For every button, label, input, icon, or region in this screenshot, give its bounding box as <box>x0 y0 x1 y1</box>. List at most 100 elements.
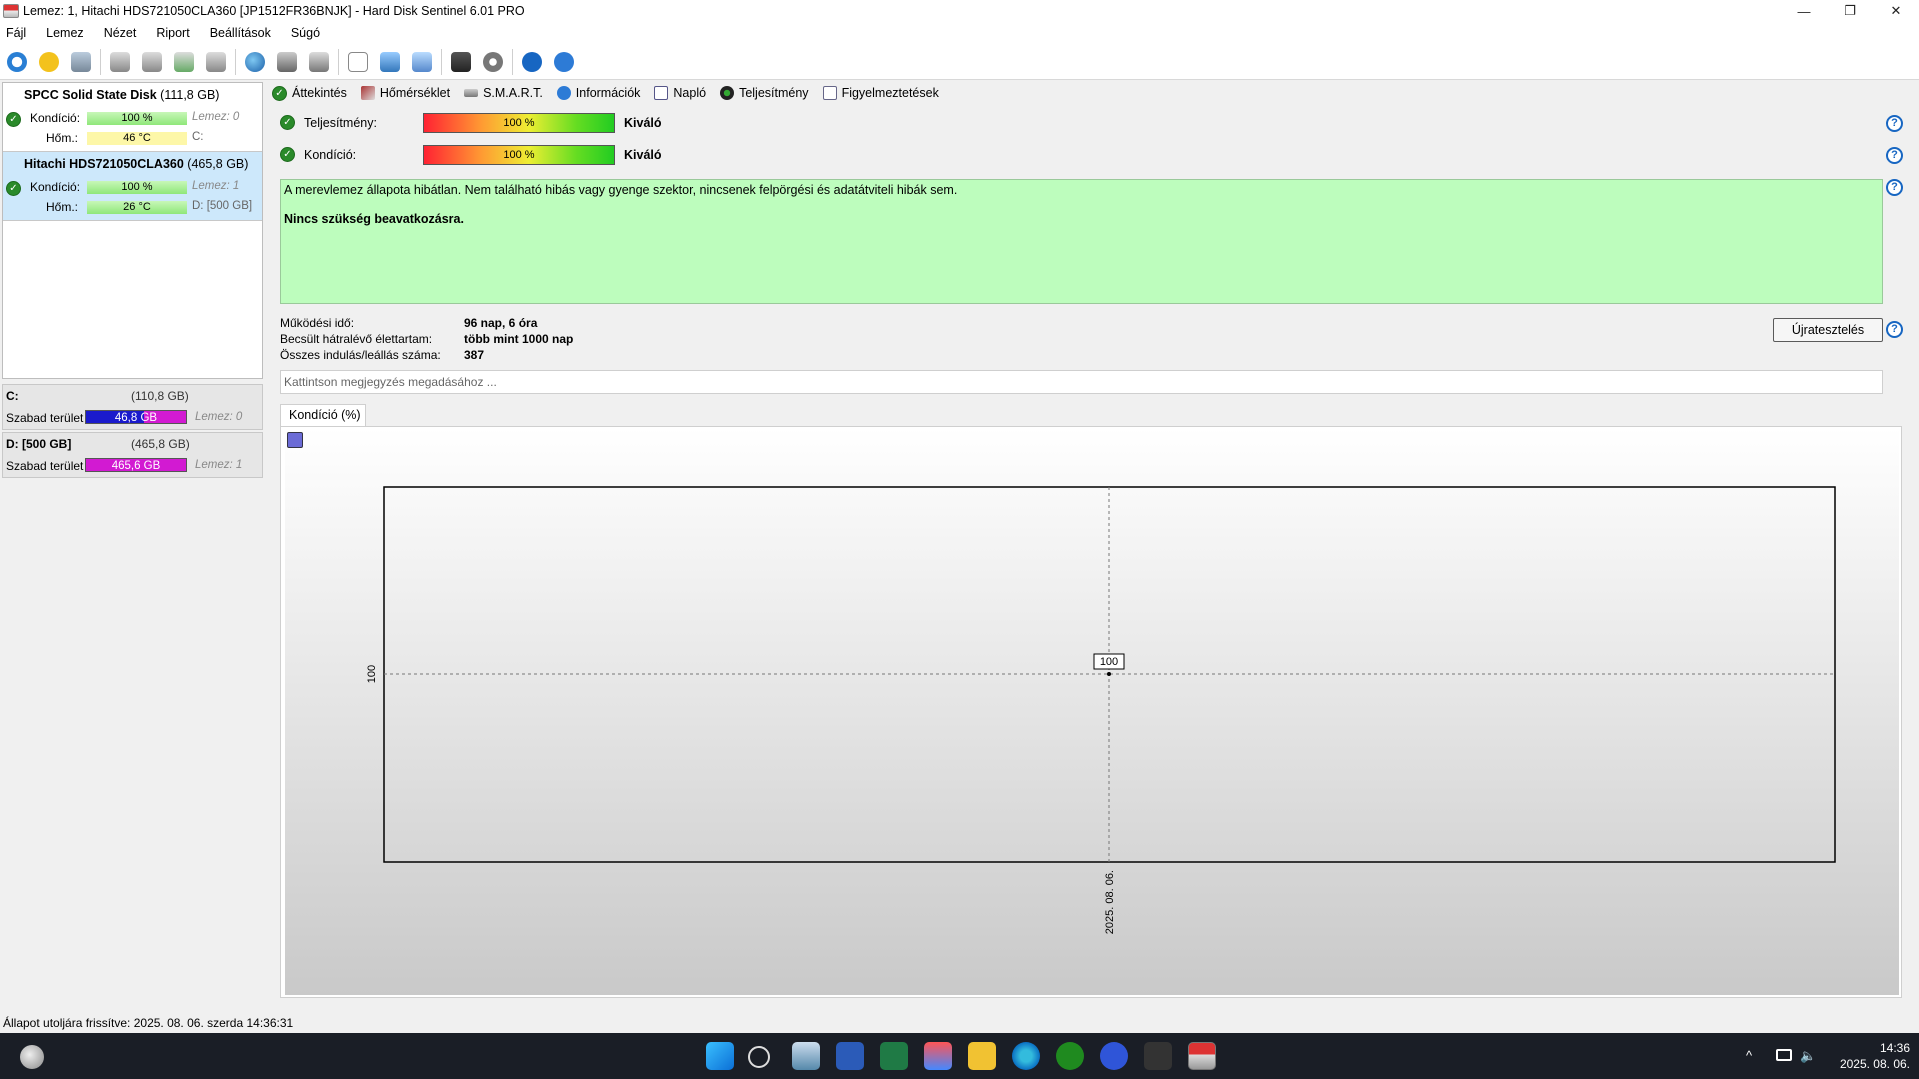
disk-note: Lemez: 0 <box>195 411 243 423</box>
tray-chevron-icon[interactable]: ^ <box>1746 1048 1752 1063</box>
refresh-button[interactable] <box>4 48 30 76</box>
print-button[interactable] <box>306 48 332 76</box>
monitor-button[interactable] <box>448 48 474 76</box>
volume-item-d[interactable]: D: [500 GB] (465,8 GB) Szabad terület 46… <box>2 432 263 478</box>
volume-icon[interactable]: 🔈 <box>1800 1048 1816 1064</box>
tab-alerts[interactable]: Figyelmeztetések <box>822 86 939 100</box>
menu-disk[interactable]: Lemez <box>46 26 84 40</box>
disk-item-0[interactable]: SPCC Solid State Disk (111,8 GB) ✓ Kondí… <box>3 83 262 152</box>
cloud-button[interactable] <box>409 48 435 76</box>
retest-button[interactable]: Újratesztelés <box>1773 318 1883 342</box>
help-icon[interactable]: ? <box>1886 321 1903 338</box>
uptime-value: 96 nap, 6 óra <box>464 316 538 330</box>
free-label: Szabad terület <box>6 411 84 425</box>
menu-report[interactable]: Riport <box>156 26 189 40</box>
thermometer-icon <box>360 86 375 100</box>
volume-item-c[interactable]: C: (110,8 GB) Szabad terület 46,8 GB Lem… <box>2 384 263 430</box>
check-icon: ✓ <box>6 181 21 196</box>
volume-name: C: <box>6 389 19 403</box>
info-icon <box>554 51 574 72</box>
tab-health-chart[interactable]: Kondíció (%) <box>280 404 366 426</box>
backup-icon <box>380 51 400 72</box>
menu-settings[interactable]: Beállítások <box>210 26 271 40</box>
disk-item-1[interactable]: Hitachi HDS721050CLA360 (465,8 GB) ✓ Kon… <box>3 152 262 221</box>
app-icon[interactable] <box>1144 1042 1172 1070</box>
windows-start-icon[interactable] <box>706 1042 734 1070</box>
settings-button[interactable] <box>480 48 506 76</box>
help-button[interactable] <box>519 48 545 76</box>
minimize-button[interactable]: — <box>1781 0 1827 22</box>
email-button[interactable] <box>68 48 94 76</box>
report-button[interactable] <box>345 48 371 76</box>
warning-icon <box>39 51 59 72</box>
clock-time: 14:36 <box>1879 1041 1910 1055</box>
edge-icon[interactable] <box>1012 1042 1040 1070</box>
menu-file[interactable]: Fájl <box>6 26 26 40</box>
printer-icon <box>309 51 329 72</box>
cloud-icon <box>412 51 432 72</box>
disk-check-icon <box>174 51 194 72</box>
health-bar: 100 % <box>87 181 187 194</box>
network-button[interactable] <box>274 48 300 76</box>
info-icon <box>556 86 571 100</box>
word-icon[interactable] <box>836 1042 864 1070</box>
help-icon[interactable]: ? <box>1886 115 1903 132</box>
data-label: 100 <box>1100 656 1118 668</box>
log-icon <box>654 86 669 100</box>
status-box: A merevlemez állapota hibátlan. Nem talá… <box>280 179 1883 304</box>
close-button[interactable]: ✕ <box>1873 0 1919 22</box>
taskbar <box>0 1033 1919 1079</box>
menu-view[interactable]: Nézet <box>104 26 137 40</box>
alerts-icon <box>822 86 837 100</box>
x-tick-label: 2025. 08. 06. <box>1104 870 1116 934</box>
search-icon[interactable] <box>748 1046 770 1068</box>
maximize-button[interactable]: ❐ <box>1827 0 1873 22</box>
store-icon[interactable] <box>924 1042 952 1070</box>
check-icon: ✓ <box>272 85 287 101</box>
tab-overview[interactable]: ✓ Áttekintés <box>272 85 347 101</box>
health-rating: Kiváló <box>624 148 662 162</box>
health-label: Kondíció: <box>30 111 81 125</box>
disk-tools-button[interactable] <box>203 48 229 76</box>
tab-smart[interactable]: S.M.A.R.T. <box>464 86 543 100</box>
drive-letter: D: [500 GB] <box>192 200 253 212</box>
weather-icon[interactable] <box>20 1045 44 1069</box>
info-button[interactable] <box>551 48 577 76</box>
hard-disk-sentinel-icon[interactable] <box>1188 1042 1216 1070</box>
window-title: Lemez: 1, Hitachi HDS721050CLA360 [JP151… <box>23 4 525 18</box>
clock[interactable]: 14:36 2025. 08. 06. <box>1830 1040 1910 1072</box>
network-icon <box>277 51 297 72</box>
temp-label: Hőm.: <box>46 131 79 145</box>
memo-input[interactable]: Kattintson megjegyzés megadásához ... <box>280 370 1883 394</box>
app-icon[interactable] <box>1100 1042 1128 1070</box>
toolbar <box>0 44 1919 80</box>
disk-icon <box>142 51 162 72</box>
tab-log[interactable]: Napló <box>654 86 706 100</box>
menu-help[interactable]: Súgó <box>291 26 320 40</box>
monitor-icon <box>451 51 471 72</box>
help-icon[interactable]: ? <box>1886 147 1903 164</box>
help-icon[interactable]: ? <box>1886 179 1903 196</box>
backup-button[interactable] <box>377 48 403 76</box>
disk-icon <box>206 51 226 72</box>
tab-performance[interactable]: Teljesítmény <box>720 86 809 100</box>
tab-information[interactable]: Információk <box>556 86 640 100</box>
status-action: Nincs szükség beavatkozásra. <box>284 212 464 226</box>
folder-icon[interactable] <box>968 1042 996 1070</box>
excel-icon[interactable] <box>880 1042 908 1070</box>
volume-name: D: [500 GB] <box>6 437 72 451</box>
network-icon[interactable] <box>1776 1049 1792 1061</box>
widgets-icon[interactable] <box>792 1042 820 1070</box>
help-icon <box>522 51 542 72</box>
tab-temperature[interactable]: Hőmérséklet <box>360 86 450 100</box>
lifetime-value: több mint 1000 nap <box>464 332 574 346</box>
data-point <box>1107 672 1111 676</box>
alert-button[interactable] <box>36 48 62 76</box>
title-bar: Lemez: 1, Hitachi HDS721050CLA360 [JP151… <box>0 0 1919 22</box>
disk-surface-button[interactable] <box>139 48 165 76</box>
disk-check-button[interactable] <box>171 48 197 76</box>
speedometer-icon <box>720 86 735 100</box>
disk-test-button[interactable] <box>107 48 133 76</box>
xbox-icon[interactable] <box>1056 1042 1084 1070</box>
web-button[interactable] <box>242 48 268 76</box>
